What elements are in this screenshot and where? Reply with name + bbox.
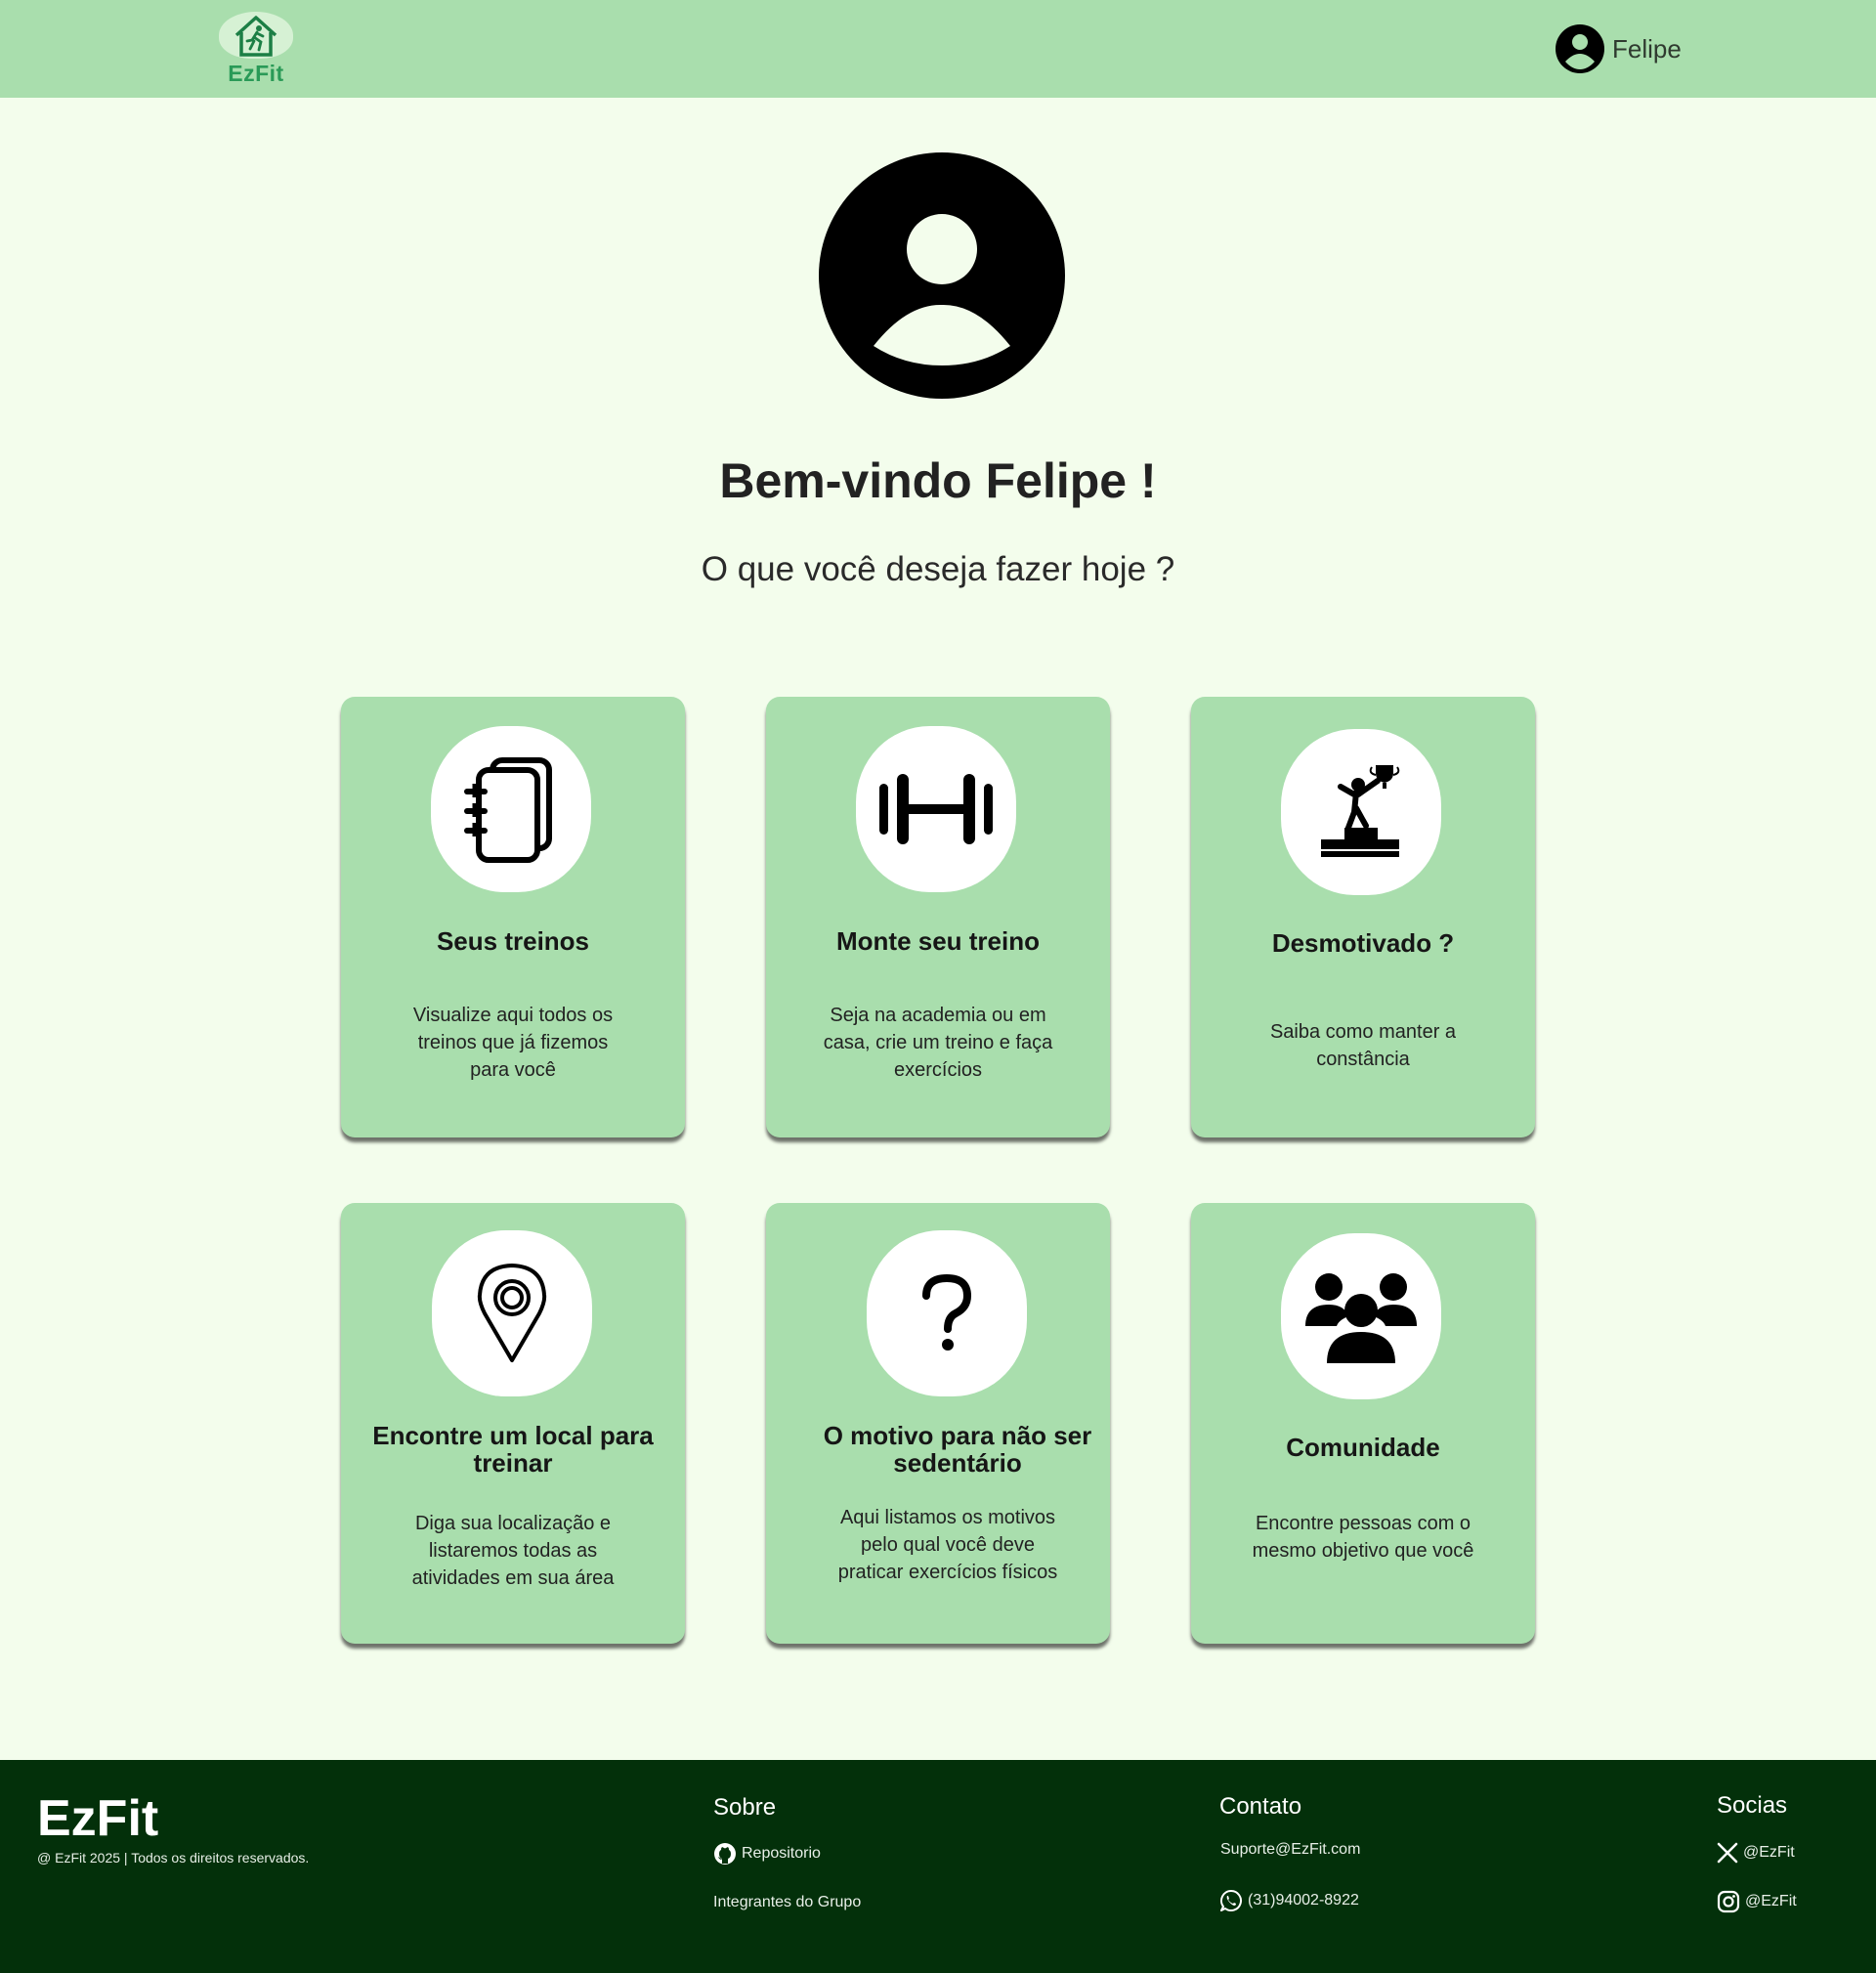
footer-social-x[interactable]: @EzFit <box>1717 1842 1795 1864</box>
card-desmotivado[interactable]: Desmotivado ? Saiba como manter a constâ… <box>1191 697 1535 1137</box>
card-icon-circle <box>431 726 591 892</box>
dumbbell-icon <box>879 774 993 844</box>
footer-heading-contato: Contato <box>1219 1793 1302 1820</box>
card-icon-circle <box>1281 1233 1441 1399</box>
card-title: Desmotivado ? <box>1271 928 1455 958</box>
group-icon <box>1305 1273 1417 1363</box>
footer-social-instagram-label: @EzFit <box>1745 1893 1797 1909</box>
footer-email[interactable]: Suporte@EzFit.com <box>1220 1841 1360 1859</box>
card-description: Encontre pessoas com o mesmo objetivo qu… <box>1252 1513 1474 1562</box>
card-title: Seus treinos <box>436 926 590 956</box>
welcome-subtitle: O que você deseja fazer hoje ? <box>701 550 1175 588</box>
card-seus-treinos[interactable]: Seus treinos Visualize aqui todos os tre… <box>341 697 685 1137</box>
question-icon <box>922 1274 972 1351</box>
user-name: Felipe <box>1612 33 1682 64</box>
card-title: O motivo para não ser sedentário <box>823 1421 1092 1478</box>
x-twitter-icon <box>1717 1842 1738 1864</box>
card-encontre-local[interactable]: Encontre um local para treinar Diga sua … <box>341 1203 685 1644</box>
footer-social-instagram[interactable]: @EzFit <box>1717 1890 1797 1913</box>
footer-heading-sobre: Sobre <box>713 1794 777 1821</box>
footer-heading-socias: Socias <box>1717 1792 1788 1819</box>
card-title: Comunidade <box>1286 1433 1440 1462</box>
card-motivo-sedentario[interactable]: O motivo para não ser sedentário Aqui li… <box>766 1203 1110 1644</box>
user-avatar-icon <box>1556 24 1604 73</box>
card-icon-circle <box>867 1230 1027 1396</box>
card-icon-circle <box>432 1230 592 1396</box>
welcome-heading: Bem-vindo Felipe ! <box>719 453 1157 508</box>
card-title: Monte seu treino <box>835 926 1040 956</box>
footer-social-x-label: @EzFit <box>1743 1844 1795 1861</box>
profile-avatar-icon <box>819 152 1065 399</box>
map-pin-icon <box>477 1264 547 1362</box>
whatsapp-icon <box>1220 1890 1242 1911</box>
card-description: Visualize aqui todos os treinos que já f… <box>412 1005 614 1081</box>
footer-brand: EzFit <box>37 1790 159 1847</box>
card-description: Aqui listamos os motivos pelo qual você … <box>837 1507 1058 1583</box>
card-description: Seja na academia ou em casa, crie um tre… <box>823 1005 1053 1081</box>
trophy-podium-icon <box>1321 765 1400 857</box>
footer-phone-label: (31)94002-8922 <box>1248 1892 1359 1909</box>
footer-link-repositorio[interactable]: Repositorio <box>713 1842 821 1866</box>
footer-repositorio-label: Repositorio <box>742 1845 821 1862</box>
card-description: Saiba como manter a constância <box>1269 1021 1457 1070</box>
footer-copyright: @ EzFit 2025 | Todos os direitos reserva… <box>37 1850 310 1866</box>
footer-phone[interactable]: (31)94002-8922 <box>1219 1889 1359 1912</box>
running-house-icon <box>234 16 277 57</box>
top-header: EzFit Felipe <box>0 0 1876 98</box>
site-footer: EzFit @ EzFit 2025 | Todos os direitos r… <box>0 1760 1876 1973</box>
card-monte-seu-treino[interactable]: Monte seu treino Seja na academia ou em … <box>766 697 1110 1137</box>
card-description: Diga sua localização e listaremos todas … <box>411 1513 615 1589</box>
card-title: Encontre um local para treinar <box>372 1421 654 1478</box>
ezfit-logo[interactable]: EzFit <box>219 12 293 88</box>
notebook-icon <box>464 757 552 863</box>
user-menu[interactable]: Felipe <box>1556 23 1682 74</box>
instagram-icon <box>1717 1890 1740 1913</box>
github-icon <box>714 1843 736 1865</box>
card-icon-circle <box>1281 729 1441 895</box>
card-icon-circle <box>856 726 1016 892</box>
logo-text: EzFit <box>228 61 284 86</box>
footer-link-integrantes[interactable]: Integrantes do Grupo <box>713 1894 861 1911</box>
card-comunidade[interactable]: Comunidade Encontre pessoas com o mesmo … <box>1191 1203 1535 1644</box>
